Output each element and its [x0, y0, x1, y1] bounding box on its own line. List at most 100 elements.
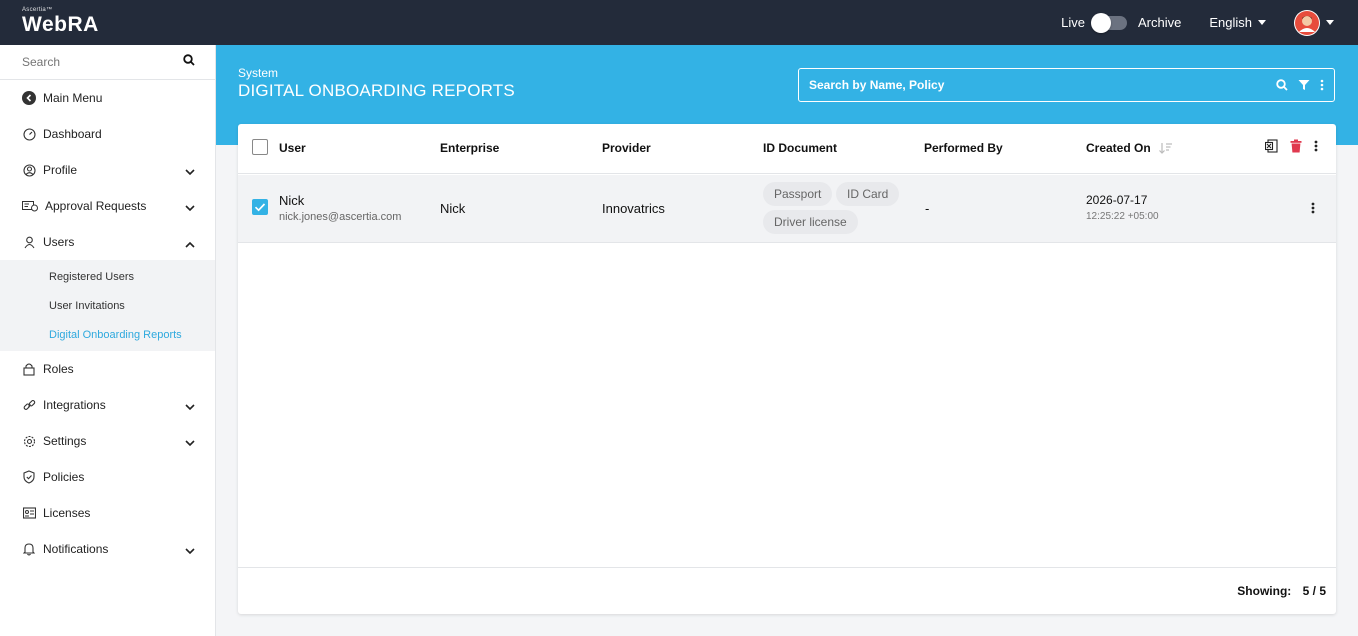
sidebar-item-users[interactable]: Users — [0, 224, 215, 260]
sort-icon[interactable] — [1158, 142, 1173, 154]
sidebar-item-label: Users — [43, 235, 75, 249]
back-arrow-icon — [22, 91, 36, 105]
provider-cell: Innovatrics — [602, 201, 665, 216]
sidebar-item-label: Dashboard — [43, 127, 102, 141]
users-submenu: Registered Users User Invitations Digita… — [0, 260, 215, 351]
column-header-created-on[interactable]: Created On — [1086, 141, 1173, 155]
created-time: 12:25:22 +05:00 — [1086, 211, 1159, 222]
sidebar-item-settings[interactable]: Settings — [0, 423, 215, 459]
report-search-input[interactable] — [809, 78, 1266, 92]
search-icon[interactable] — [1276, 79, 1288, 91]
sidebar: Main Menu Dashboard Profile Approval Req… — [0, 45, 216, 636]
top-right-controls: Live Archive English — [1061, 0, 1334, 45]
created-date: 2026-07-17 — [1086, 193, 1148, 207]
column-header-provider[interactable]: Provider — [602, 141, 651, 155]
sidebar-item-roles[interactable]: Roles — [0, 351, 215, 387]
language-label: English — [1209, 15, 1252, 30]
document-chip: Passport — [763, 182, 833, 206]
table-actions — [1253, 139, 1318, 153]
approval-icon — [22, 199, 38, 213]
user-menu[interactable] — [1294, 9, 1334, 36]
sidebar-item-label: Policies — [43, 470, 85, 484]
users-icon — [22, 235, 36, 249]
sidebar-item-label: Main Menu — [43, 91, 103, 105]
sidebar-item-label: Integrations — [43, 398, 106, 412]
sidebar-search — [0, 45, 215, 80]
sidebar-item-label: Profile — [43, 163, 78, 177]
column-header-label: Created On — [1086, 141, 1151, 155]
sidebar-item-label: Licenses — [43, 506, 91, 520]
dashboard-icon — [22, 127, 36, 141]
user-name: Nick — [279, 193, 305, 208]
select-all-checkbox[interactable] — [252, 139, 268, 155]
export-excel-icon[interactable] — [1265, 139, 1278, 153]
live-label: Live — [1061, 15, 1085, 30]
sidebar-item-dashboard[interactable]: Dashboard — [0, 116, 215, 152]
lock-icon — [22, 362, 36, 376]
page-title: DIGITAL ONBOARDING REPORTS — [238, 81, 515, 100]
report-search — [798, 68, 1335, 102]
avatar — [1294, 9, 1320, 36]
sidebar-item-approval-requests[interactable]: Approval Requests — [0, 188, 215, 224]
more-vertical-icon[interactable] — [1314, 140, 1318, 152]
user-email: nick.jones@ascertia.com — [279, 211, 402, 223]
sidebar-subitem-registered-users[interactable]: Registered Users — [0, 262, 215, 291]
bell-icon — [22, 542, 36, 556]
chevron-down-icon — [185, 400, 195, 414]
brand-name: WebRA — [22, 13, 99, 36]
caret-down-icon — [1258, 20, 1266, 25]
sidebar-item-label: Roles — [43, 362, 74, 376]
sidebar-subitem-digital-onboarding-reports[interactable]: Digital Onboarding Reports — [0, 320, 215, 349]
table-row[interactable]: Nick nick.jones@ascertia.com Nick Innova… — [238, 175, 1336, 243]
check-icon — [254, 203, 266, 212]
chevron-down-icon — [185, 544, 195, 558]
live-archive-toggle[interactable] — [1091, 12, 1127, 33]
column-header-performed-by[interactable]: Performed By — [924, 141, 1003, 155]
more-vertical-icon[interactable] — [1311, 202, 1315, 214]
gear-icon — [22, 434, 36, 448]
shield-icon — [22, 470, 36, 484]
sidebar-item-integrations[interactable]: Integrations — [0, 387, 215, 423]
document-chip: Driver license — [763, 210, 858, 234]
chevron-up-icon — [185, 237, 195, 251]
row-checkbox[interactable] — [252, 199, 268, 215]
more-vertical-icon[interactable] — [1320, 79, 1324, 91]
search-icon[interactable] — [183, 53, 195, 71]
caret-down-icon — [1326, 20, 1334, 25]
breadcrumb[interactable]: System — [238, 66, 278, 80]
sidebar-item-label: Notifications — [43, 542, 109, 556]
sidebar-item-label: Settings — [43, 434, 87, 448]
sidebar-item-main-menu[interactable]: Main Menu — [0, 80, 215, 116]
user-avatar-icon — [1295, 10, 1319, 35]
performed-by-cell: - — [925, 201, 930, 216]
column-header-user[interactable]: User — [279, 141, 306, 155]
sidebar-search-input[interactable] — [22, 55, 172, 69]
sidebar-item-notifications[interactable]: Notifications — [0, 531, 215, 567]
column-header-id-document[interactable]: ID Document — [763, 141, 837, 155]
column-header-enterprise[interactable]: Enterprise — [440, 141, 499, 155]
chevron-down-icon — [185, 165, 195, 179]
sidebar-item-policies[interactable]: Policies — [0, 459, 215, 495]
table-header: User Enterprise Provider ID Document Per… — [238, 124, 1336, 174]
sidebar-subitem-user-invitations[interactable]: User Invitations — [0, 291, 215, 320]
document-chip: ID Card — [836, 182, 900, 206]
table-footer: Showing: 5 / 5 — [238, 567, 1336, 614]
showing-count: Showing: 5 / 5 — [1237, 584, 1326, 598]
chevron-down-icon — [185, 436, 195, 450]
sidebar-item-profile[interactable]: Profile — [0, 152, 215, 188]
language-selector[interactable]: English — [1209, 15, 1266, 30]
sidebar-item-licenses[interactable]: Licenses — [0, 495, 215, 531]
brand-vendor: Ascertia™ — [22, 7, 53, 13]
profile-icon — [22, 163, 36, 177]
filter-icon[interactable] — [1298, 79, 1310, 91]
delete-icon[interactable] — [1290, 139, 1302, 153]
sidebar-item-label: Approval Requests — [45, 199, 147, 213]
logo[interactable]: Ascertia™ WebRA — [22, 7, 99, 36]
license-icon — [22, 506, 36, 520]
chevron-down-icon — [185, 201, 195, 215]
archive-label: Archive — [1138, 15, 1182, 30]
reports-table-card: User Enterprise Provider ID Document Per… — [238, 124, 1336, 614]
showing-label: Showing: — [1237, 584, 1292, 598]
link-icon — [22, 398, 36, 412]
top-bar: Ascertia™ WebRA Live Archive English — [0, 0, 1358, 45]
